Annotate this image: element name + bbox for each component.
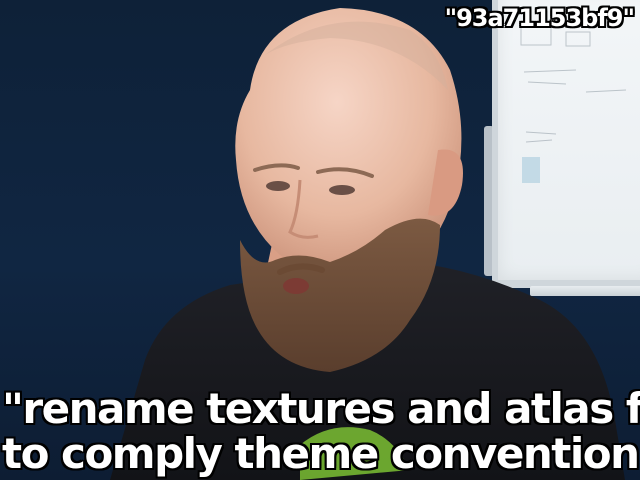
mouth: [283, 278, 309, 294]
caption-line-1: "rename textures and atlas files: [2, 384, 640, 433]
image-id-label: "93a71153bf9": [444, 4, 635, 32]
caption-line-2: to comply theme convention": [2, 429, 640, 478]
meme-caption: "rename textures and atlas files to comp…: [0, 386, 640, 476]
webcam-frame: "93a71153bf9" "rename textures and atlas…: [0, 0, 640, 480]
